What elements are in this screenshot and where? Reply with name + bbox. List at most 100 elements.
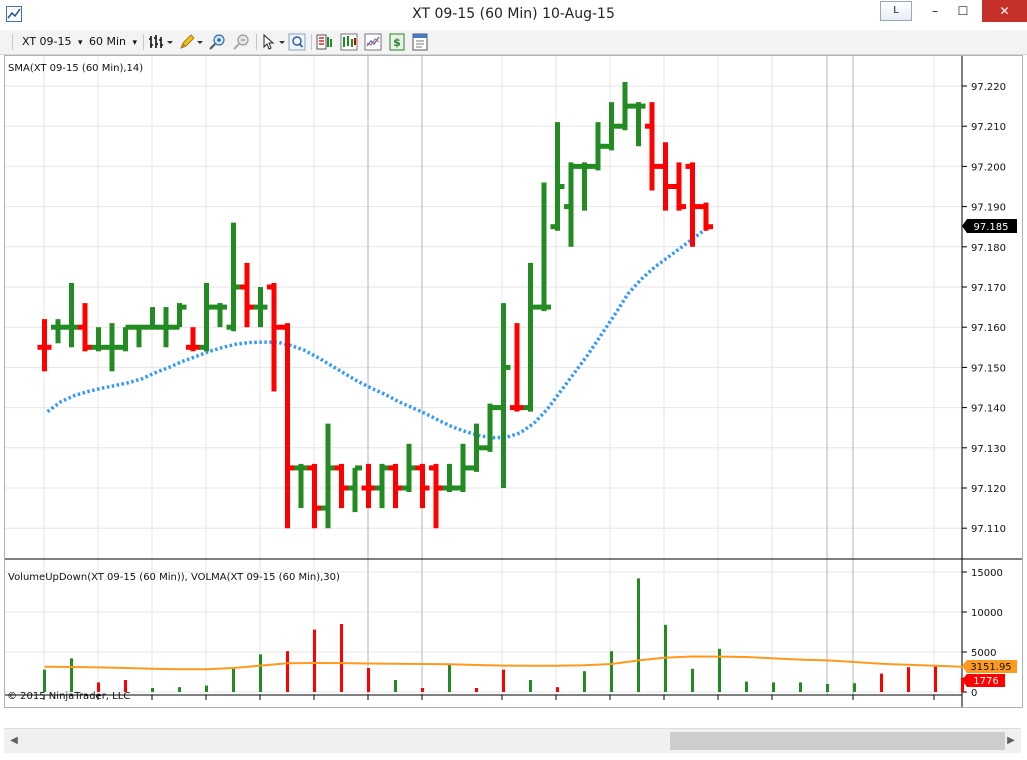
volume-bar	[880, 673, 883, 692]
indicators-icon[interactable]	[364, 33, 382, 51]
volume-bar	[205, 685, 208, 692]
ohlc-bar	[618, 81, 632, 131]
cursor-pointer-icon[interactable]	[260, 33, 286, 51]
search-icon[interactable]	[288, 33, 306, 51]
price-tick-label: 97.150	[971, 363, 1006, 374]
price-tick-label: 97.210	[971, 122, 1006, 133]
volma-series	[44, 655, 963, 671]
pencil-drawing-icon[interactable]	[178, 33, 204, 51]
ohlc-bar	[118, 324, 133, 352]
ohlc-bar	[145, 307, 160, 330]
toolbar-separator	[256, 34, 257, 50]
ohlc-bar	[199, 282, 214, 352]
ohlc-bar	[429, 463, 443, 529]
properties-icon[interactable]	[411, 33, 429, 51]
scrollbar-thumb[interactable]	[670, 732, 1005, 750]
ohlc-bar	[550, 122, 565, 231]
volume-bar	[151, 688, 154, 692]
ohlc-bar	[159, 307, 173, 348]
volume-bar	[70, 658, 73, 692]
interval-label: 60 Min	[89, 35, 127, 48]
volume-bar	[286, 651, 289, 692]
volume-bar	[367, 668, 370, 692]
ohlc-bar	[334, 463, 349, 509]
ohlc-bar	[645, 102, 659, 191]
volume-bar	[232, 667, 235, 692]
volume-tick-label: 5000	[971, 648, 996, 659]
ohlc-bar	[213, 303, 227, 328]
volume-tick-label: 15000	[971, 568, 1003, 579]
volume-bar	[583, 671, 586, 692]
interval-selector[interactable]: 60 Min ▾	[89, 33, 137, 51]
toolbar-separator	[311, 34, 312, 50]
volume-bar	[178, 687, 181, 692]
chart-trader-icon[interactable]	[316, 33, 334, 51]
volume-bar	[259, 654, 262, 692]
link-button[interactable]: L	[880, 1, 912, 21]
chevron-down-icon: ▾	[132, 38, 138, 48]
ohlc-bar	[388, 463, 403, 509]
last-price-label: 97.185	[974, 222, 1009, 233]
volume-bar	[745, 681, 748, 692]
volume-bar	[340, 624, 343, 692]
volume-bar	[907, 667, 910, 692]
sma-indicator-label: SMA(XT 09-15 (60 Min),14)	[8, 63, 143, 74]
toolbar-separator	[143, 34, 144, 50]
scroll-right-arrow[interactable]: ▶	[1003, 732, 1019, 750]
bar-type-icon[interactable]	[148, 33, 174, 51]
ohlc-bar	[348, 465, 362, 513]
volume-bars	[43, 578, 964, 692]
chart-area[interactable]: 97.220 97.210 97.200 97.190 97.180 97.170 97.1…	[4, 55, 1023, 719]
chevron-down-icon: ▾	[78, 38, 83, 48]
ohlc-bar	[442, 463, 457, 493]
title-bar: XT 09-15 (60 Min) 10-Aug-15 L – ☐ ✕	[0, 0, 1027, 30]
ohlc-bar	[226, 222, 241, 332]
ohlc-bar	[564, 162, 578, 247]
ohlc-bar	[672, 162, 686, 211]
ohlc-bar	[415, 463, 430, 509]
volume-bar	[718, 648, 721, 692]
volume-bar	[799, 682, 802, 692]
ohlc-bar	[240, 262, 254, 328]
ohlc-bar	[658, 142, 673, 211]
price-tick-label: 97.220	[971, 82, 1006, 93]
maximize-button[interactable]: ☐	[946, 0, 980, 22]
grid-lines	[5, 56, 962, 695]
price-tick-label: 97.160	[971, 323, 1006, 334]
instrument-selector[interactable]: XT 09-15 ▾	[22, 33, 83, 51]
ohlc-bar	[483, 403, 497, 452]
price-chart-canvas[interactable]: 97.220 97.210 97.200 97.190 97.180 97.170 97.1…	[5, 56, 1022, 719]
volma-value-label: 3151.95	[970, 662, 1011, 673]
ohlc-bar	[402, 443, 416, 493]
ohlc-bar	[496, 303, 511, 488]
time-axis[interactable]: 01:0003:0005:0007:0010:0012:0014:008/719…	[30, 695, 949, 719]
toolbar-grip	[12, 34, 13, 50]
volume-bar	[934, 666, 937, 692]
chart-toolbar: XT 09-15 ▾ 60 Min ▾ $	[0, 30, 1027, 55]
horizontal-scrollbar[interactable]: ◀ ▶	[4, 728, 1021, 753]
ohlc-bar	[64, 282, 79, 348]
ohlc-bar	[186, 327, 200, 352]
zoom-out-icon[interactable]	[231, 33, 253, 51]
ohlc-bar	[631, 102, 646, 147]
price-axis[interactable]: 97.220 97.210 97.200 97.190 97.180 97.170 97.1…	[962, 82, 1006, 535]
data-series-icon[interactable]	[340, 33, 358, 51]
volume-bar	[637, 578, 640, 692]
scroll-left-arrow[interactable]: ◀	[6, 732, 22, 750]
ohlc-bar	[280, 323, 295, 529]
volume-bar	[853, 683, 856, 692]
volume-indicator-label: VolumeUpDown(XT 09-15 (60 Min)), VOLMA(X…	[8, 572, 340, 583]
price-tick-label: 97.170	[971, 283, 1006, 294]
zoom-in-icon[interactable]	[207, 33, 229, 51]
instrument-label: XT 09-15	[22, 35, 72, 48]
volume-bar	[772, 682, 775, 692]
volume-bar	[421, 688, 424, 692]
ohlc-bar	[523, 262, 538, 412]
volume-bar	[529, 680, 532, 692]
price-tick-label: 97.140	[971, 404, 1006, 415]
volume-bar	[313, 629, 316, 692]
strategies-icon[interactable]: $	[388, 33, 406, 51]
close-button[interactable]: ✕	[982, 0, 1027, 22]
ohlc-bar	[375, 463, 389, 509]
volma-line	[44, 655, 963, 671]
